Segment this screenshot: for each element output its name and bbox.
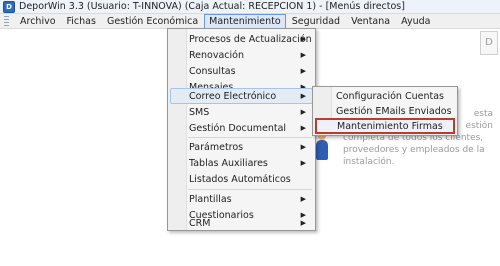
menu-item-plantillas[interactable]: Plantillas ▶: [170, 191, 313, 207]
menu-item-label: Parámetros: [189, 141, 244, 153]
submenu-item-configuracion-cuentas[interactable]: Configuración Cuentas: [315, 88, 455, 104]
menu-ayuda[interactable]: Ayuda: [396, 14, 435, 29]
menu-item-label: Correo Electrónico: [189, 90, 277, 102]
submenu-arrow-icon: ▶: [300, 51, 306, 59]
menu-separator: [188, 137, 312, 138]
menu-item-label: Plantillas: [189, 193, 232, 205]
menu-item-parametros[interactable]: Parámetros ▶: [170, 139, 313, 155]
submenu-item-gestion-emails-enviados[interactable]: Gestión EMails Enviados: [315, 103, 455, 119]
menu-item-sms[interactable]: SMS ▶: [170, 104, 313, 120]
submenu-arrow-icon: ▶: [300, 143, 306, 151]
submenu-arrow-icon: ▶: [300, 195, 306, 203]
submenu-arrow-icon: ▶: [300, 108, 306, 116]
submenu-arrow-icon: ▶: [300, 159, 306, 167]
correo-electronico-submenu: Configuración Cuentas Gestión EMails Env…: [312, 86, 458, 136]
submenu-item-mantenimiento-firmas[interactable]: Mantenimiento Firmas: [315, 118, 455, 134]
menu-item-label: Gestión Documental: [189, 122, 287, 134]
menu-bar: Archivo Fichas Gestión Económica Manteni…: [0, 13, 500, 29]
person-body: [316, 140, 328, 160]
menu-seguridad[interactable]: Seguridad: [287, 14, 345, 29]
window-title: DeporWin 3.3 (Usuario: T-INNOVA) (Caja A…: [19, 1, 405, 12]
menu-ventana[interactable]: Ventana: [346, 14, 395, 29]
bg-text-line: proveedores y empleados de la: [343, 145, 485, 155]
submenu-arrow-icon: ▶: [300, 92, 306, 100]
menu-item-consultas[interactable]: Consultas ▶: [170, 63, 313, 79]
menu-item-listados-automaticos[interactable]: Listados Automáticos: [170, 171, 313, 187]
menu-item-correo-electronico[interactable]: Correo Electrónico ▶: [170, 88, 313, 104]
bg-text-line: instalación.: [343, 157, 395, 167]
menu-gestion-economica[interactable]: Gestión Económica: [102, 14, 203, 29]
menu-fichas[interactable]: Fichas: [62, 14, 101, 29]
submenu-arrow-icon: ▶: [300, 219, 306, 227]
menu-item-label: Procesos de Actualización: [189, 33, 312, 45]
menu-mantenimiento[interactable]: Mantenimiento: [204, 13, 286, 29]
menu-item-label: CRM: [189, 217, 211, 229]
submenu-arrow-icon: ▶: [300, 124, 306, 132]
menu-item-label: Renovación: [189, 49, 244, 61]
menu-archivo[interactable]: Archivo: [15, 14, 61, 29]
menu-separator: [188, 189, 312, 190]
submenu-arrow-icon: ▶: [300, 35, 306, 43]
mantenimiento-dropdown: Procesos de Actualización ▶ Renovación ▶…: [167, 28, 316, 231]
menu-item-label: Listados Automáticos: [189, 173, 291, 185]
menu-item-label: Tablas Auxiliares: [189, 157, 268, 169]
toolbar-grip-icon[interactable]: [4, 15, 9, 27]
logo-letter: D: [480, 31, 498, 55]
menu-item-gestion-documental[interactable]: Gestión Documental ▶: [170, 120, 313, 136]
menu-item-label: Consultas: [189, 65, 236, 77]
menu-item-label: SMS: [189, 106, 210, 118]
app-icon: D: [3, 0, 15, 13]
submenu-arrow-icon: ▶: [300, 67, 306, 75]
menu-item-renovacion[interactable]: Renovación ▶: [170, 47, 313, 63]
menu-item-tablas-auxiliares[interactable]: Tablas Auxiliares ▶: [170, 155, 313, 171]
menu-item-crm[interactable]: CRM ▶: [170, 215, 313, 231]
person-icon: [316, 132, 328, 160]
title-bar: D DeporWin 3.3 (Usuario: T-INNOVA) (Caja…: [0, 0, 500, 14]
menu-item-procesos-actualizacion[interactable]: Procesos de Actualización ▶: [170, 31, 313, 47]
